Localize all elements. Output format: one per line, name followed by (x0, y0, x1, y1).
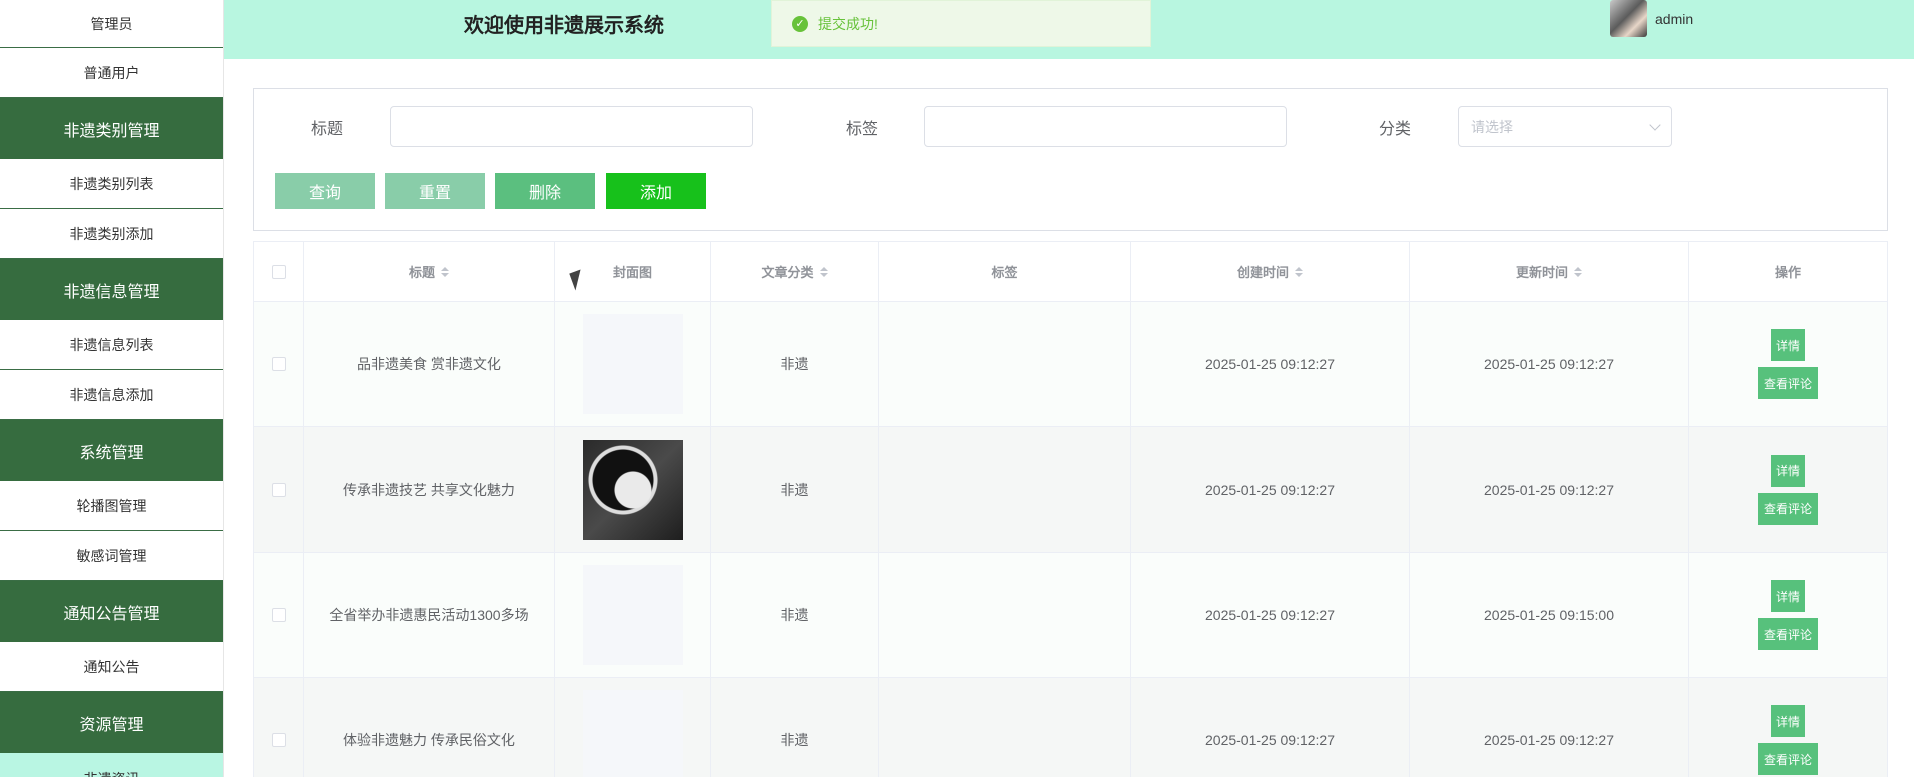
cell-created: 2025-01-25 09:12:27 (1131, 302, 1410, 426)
sidebar-item-carousel[interactable]: 轮播图管理 (0, 481, 223, 531)
row-checkbox[interactable] (271, 357, 286, 371)
cell-category: 非遗 (711, 678, 879, 777)
sort-icon[interactable] (819, 266, 828, 277)
sort-icon[interactable] (441, 266, 449, 277)
cell-tag (879, 678, 1131, 777)
cell-category: 非遗 (711, 553, 879, 677)
cell-updated: 2025-01-25 09:12:27 (1410, 427, 1689, 552)
data-table: 标题 封面图 文章分类 标签 创建时间 更新时间 操作 品非遗美食 赏非遗文化 … (253, 241, 1888, 777)
header-category[interactable]: 文章分类 (711, 242, 879, 301)
category-label: 分类 (1379, 121, 1412, 138)
cell-actions: 详情 查看评论 (1689, 427, 1887, 552)
cell-created: 2025-01-25 09:12:27 (1131, 427, 1410, 552)
cell-tag (879, 302, 1131, 426)
sidebar-item-sensitive-words[interactable]: 敏感词管理 (0, 531, 223, 581)
cell-category: 非遗 (711, 427, 879, 552)
title-input[interactable] (390, 106, 753, 147)
table-row: 全省举办非遗惠民活动1300多场 非遗 2025-01-25 09:12:27 … (254, 553, 1887, 678)
select-all-checkbox[interactable] (271, 264, 286, 279)
header-created[interactable]: 创建时间 (1131, 242, 1410, 301)
cell-actions: 详情 查看评论 (1689, 678, 1887, 777)
table-row: 传承非遗技艺 共享文化魅力 非遗 2025-01-25 09:12:27 202… (254, 427, 1887, 553)
check-circle-icon: ✓ (792, 15, 808, 32)
detail-button[interactable]: 详情 (1771, 329, 1805, 361)
sidebar-group-heritage-category[interactable]: 非遗类别管理 (0, 98, 223, 159)
row-checkbox[interactable] (271, 482, 286, 497)
chevron-down-icon (1649, 118, 1661, 131)
cell-updated: 2025-01-25 09:12:27 (1410, 302, 1689, 426)
tag-input[interactable] (924, 106, 1287, 147)
cover-thumbnail[interactable] (582, 690, 683, 777)
detail-button[interactable]: 详情 (1771, 705, 1805, 737)
tag-label: 标签 (846, 121, 879, 138)
reset-button[interactable]: 重置 (385, 173, 485, 209)
sidebar-item-category-add[interactable]: 非遗类别添加 (0, 209, 223, 259)
table-header-row: 标题 封面图 文章分类 标签 创建时间 更新时间 操作 (254, 242, 1887, 302)
table-row: 体验非遗魅力 传承民俗文化 非遗 2025-01-25 09:12:27 202… (254, 678, 1887, 777)
toast-message: 提交成功! (818, 15, 878, 32)
search-panel: 标题 标签 分类 请选择 查询 重置 删除 添加 (253, 88, 1888, 231)
sidebar-item-category-list[interactable]: 非遗类别列表 (0, 159, 223, 209)
category-select-placeholder: 请选择 (1471, 118, 1513, 135)
delete-button[interactable]: 删除 (495, 173, 595, 209)
cell-actions: 详情 查看评论 (1689, 553, 1887, 677)
cell-tag (879, 553, 1131, 677)
title-label: 标题 (311, 121, 344, 138)
sidebar-item-admin[interactable]: 管理员 (0, 0, 223, 48)
cell-title: 传承非遗技艺 共享文化魅力 (304, 427, 555, 552)
top-header: 欢迎使用非遗展示系统 ✓ 提交成功! admin (224, 0, 1914, 59)
sidebar-item-notice[interactable]: 通知公告 (0, 642, 223, 692)
cover-thumbnail[interactable] (582, 565, 683, 665)
avatar[interactable] (1610, 0, 1647, 37)
header-title[interactable]: 标题 (304, 242, 555, 301)
table-row: 品非遗美食 赏非遗文化 非遗 2025-01-25 09:12:27 2025-… (254, 302, 1887, 427)
cell-updated: 2025-01-25 09:12:27 (1410, 678, 1689, 777)
row-checkbox[interactable] (271, 733, 286, 747)
sidebar-item-heritage-news[interactable]: 非遗资讯 (0, 753, 223, 777)
category-select[interactable]: 请选择 (1458, 106, 1672, 147)
sidebar-group-notice[interactable]: 通知公告管理 (0, 581, 223, 642)
add-button[interactable]: 添加 (606, 173, 706, 209)
username[interactable]: admin (1655, 11, 1693, 27)
detail-button[interactable]: 详情 (1771, 580, 1805, 612)
header-tag: 标签 (879, 242, 1131, 301)
sidebar: 管理员 普通用户 非遗类别管理 非遗类别列表 非遗类别添加 非遗信息管理 非遗信… (0, 0, 224, 777)
cell-title: 品非遗美食 赏非遗文化 (304, 302, 555, 426)
detail-button[interactable]: 详情 (1771, 454, 1805, 487)
sidebar-item-info-list[interactable]: 非遗信息列表 (0, 320, 223, 370)
sidebar-item-normal-user[interactable]: 普通用户 (0, 48, 223, 98)
user-menu[interactable]: admin (1610, 0, 1693, 37)
cell-created: 2025-01-25 09:12:27 (1131, 553, 1410, 677)
header-updated[interactable]: 更新时间 (1410, 242, 1689, 301)
sidebar-group-heritage-info[interactable]: 非遗信息管理 (0, 259, 223, 320)
query-button[interactable]: 查询 (275, 173, 375, 209)
sort-icon[interactable] (1295, 266, 1303, 277)
cell-title: 全省举办非遗惠民活动1300多场 (304, 553, 555, 677)
cell-actions: 详情 查看评论 (1689, 302, 1887, 426)
view-comments-button[interactable]: 查看评论 (1758, 492, 1818, 525)
cover-image[interactable] (582, 439, 683, 540)
view-comments-button[interactable]: 查看评论 (1758, 367, 1818, 399)
cell-updated: 2025-01-25 09:15:00 (1410, 553, 1689, 677)
header-actions: 操作 (1774, 265, 1801, 280)
row-checkbox[interactable] (271, 608, 286, 622)
sidebar-group-system[interactable]: 系统管理 (0, 420, 223, 481)
cell-tag (879, 427, 1131, 552)
view-comments-button[interactable]: 查看评论 (1758, 743, 1818, 775)
sidebar-group-resources[interactable]: 资源管理 (0, 692, 223, 753)
page-title: 欢迎使用非遗展示系统 (464, 15, 664, 37)
view-comments-button[interactable]: 查看评论 (1758, 618, 1818, 650)
success-toast: ✓ 提交成功! (771, 0, 1151, 47)
cell-created: 2025-01-25 09:12:27 (1131, 678, 1410, 777)
cover-thumbnail[interactable] (582, 314, 683, 414)
sidebar-item-info-add[interactable]: 非遗信息添加 (0, 370, 223, 420)
sort-icon[interactable] (1574, 266, 1582, 277)
cell-category: 非遗 (711, 302, 879, 426)
cell-title: 体验非遗魅力 传承民俗文化 (304, 678, 555, 777)
